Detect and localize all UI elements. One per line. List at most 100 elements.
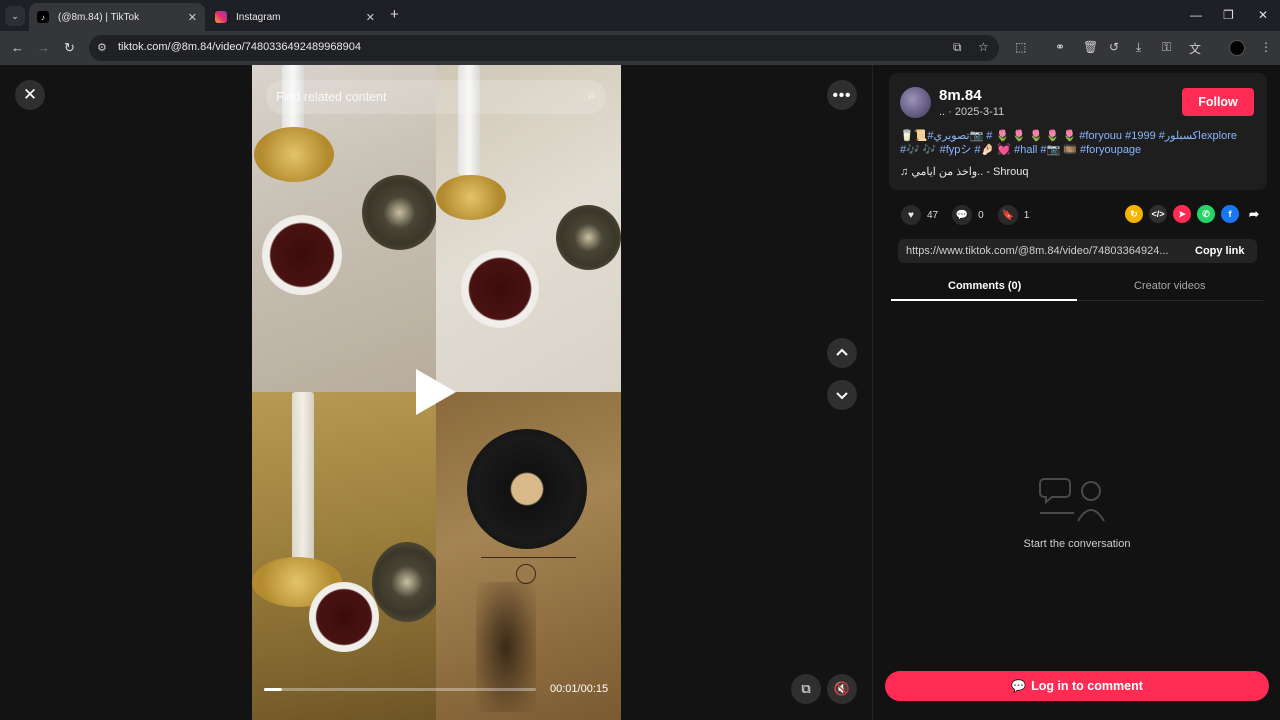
tab-creator-videos[interactable]: Creator videos — [1134, 280, 1206, 292]
browser-toolbar: ← → ↻ ⚙ tiktok.com/@8m.84/video/74803364… — [0, 31, 1280, 65]
password-key-icon[interactable]: ⚿ — [1162, 40, 1171, 55]
avatar[interactable] — [900, 87, 931, 118]
more-options-button[interactable]: ••• — [827, 80, 857, 110]
instagram-favicon-icon — [215, 11, 227, 23]
music-link[interactable]: ♫ واخذ من ايامي.. - Shrouq — [900, 165, 1029, 178]
repost-icon[interactable]: ↻ — [1125, 205, 1143, 223]
tea-cup-image — [461, 250, 539, 328]
tea-cup-image — [309, 582, 379, 652]
login-to-comment-button[interactable]: 💬 Log in to comment — [885, 671, 1269, 701]
like-count: 47 — [927, 209, 939, 221]
login-label: Log in to comment — [1031, 679, 1143, 693]
mute-button[interactable]: 🔇 — [827, 674, 857, 704]
close-video-button[interactable]: ✕ — [15, 80, 45, 110]
caption-line[interactable]: 🥛📜#تصويري📷 # 🌷 🌷 🌷 🌷 🌷 #foryouu #1999 #ا… — [900, 129, 1260, 143]
profile-avatar[interactable] — [1229, 40, 1245, 56]
share-buttons: ↻ </> ➤ ✆ f ➦ — [1119, 205, 1263, 223]
download-icon[interactable]: ⤓ — [1136, 40, 1141, 55]
window-close-icon[interactable]: ✕ — [1258, 8, 1268, 22]
video-area: ✕ Find related content ⌕ 00:01/00:15 •••… — [0, 65, 872, 720]
description-card: 8m.84 .. · 2025-3-11 Follow 🥛📜#تصويري📷 #… — [889, 73, 1267, 190]
close-tab-icon[interactable]: ✕ — [188, 11, 197, 24]
empty-comments-text: Start the conversation — [1023, 538, 1131, 550]
vinyl-record-image — [467, 429, 587, 549]
comment-count: 0 — [978, 209, 984, 221]
search-placeholder: Find related content — [276, 90, 387, 104]
pip-icon: ⧉ — [801, 681, 811, 696]
install-app-icon[interactable]: ⧉ — [953, 40, 962, 55]
reload-icon[interactable]: ↻ — [64, 40, 75, 56]
caption: 🥛📜#تصويري📷 # 🌷 🌷 🌷 🌷 🌷 #foryouu #1999 #ا… — [900, 129, 1260, 157]
progress-track[interactable] — [264, 688, 536, 691]
close-icon: ✕ — [22, 85, 38, 104]
tab-comments[interactable]: Comments (0) — [948, 280, 1021, 292]
browser-tab-bar: ⌄ ♪ (@8m.84) | TikTok ✕ Instagram ✕ + — … — [0, 0, 1280, 31]
facebook-icon[interactable]: f — [1221, 205, 1239, 223]
whatsapp-icon[interactable]: ✆ — [1197, 205, 1215, 223]
extensions-icon[interactable]: ⬚ — [1015, 40, 1026, 54]
search-icon[interactable]: ⌕ — [588, 87, 596, 104]
tab-tiktok[interactable]: ♪ (@8m.84) | TikTok ✕ — [29, 3, 205, 31]
tea-cup-image — [262, 215, 342, 295]
progress-fill — [264, 688, 283, 691]
tab-search-button[interactable]: ⌄ — [5, 6, 25, 26]
caption-line[interactable]: #🎶 🎶 #fypシ #🤌🏻 💓 #hall #📷 🎞️ #foryoupage — [900, 143, 1260, 157]
username[interactable]: 8m.84 — [939, 87, 982, 104]
tiktok-favicon-icon: ♪ — [37, 11, 49, 23]
address-url[interactable]: tiktok.com/@8m.84/video/7480336492489968… — [118, 41, 361, 53]
next-video-button[interactable] — [827, 380, 857, 410]
post-meta: .. · 2025-3-11 — [939, 106, 1005, 118]
minimize-icon[interactable]: — — [1190, 8, 1202, 22]
silhouette-image — [476, 582, 536, 712]
bookmark-star-icon[interactable]: ☆ — [978, 40, 989, 54]
rotary-phone-image — [556, 205, 621, 270]
heart-icon: ♥ — [901, 205, 921, 225]
save-count: 1 — [1023, 209, 1030, 221]
restore-icon[interactable]: ❐ — [1223, 8, 1234, 22]
rotary-phone-image — [362, 175, 437, 250]
menu-dots-icon[interactable]: ⋮ — [1260, 40, 1272, 54]
related-search-bar[interactable]: Find related content ⌕ — [266, 80, 606, 114]
lamp-base-image — [254, 127, 334, 182]
share-link-url[interactable]: https://www.tiktok.com/@8m.84/video/7480… — [906, 245, 1180, 257]
play-icon[interactable] — [416, 369, 456, 415]
back-arrow-icon[interactable]: ← — [11, 40, 24, 55]
bookmark-icon: 🔖 — [997, 205, 1018, 225]
forward-arrow-icon[interactable]: → — [37, 40, 50, 55]
picture-in-picture-button[interactable]: ⧉ — [791, 674, 821, 704]
save-button[interactable]: 🔖 1 — [997, 205, 1030, 225]
more-dots-icon: ••• — [832, 86, 852, 104]
send-icon[interactable]: ➤ — [1173, 205, 1191, 223]
previous-video-button[interactable] — [827, 338, 857, 368]
like-button[interactable]: ♥ 47 — [901, 205, 938, 225]
tab-title: Instagram — [236, 11, 281, 23]
video-frame-panel — [436, 65, 621, 392]
video-frame-panel — [436, 392, 621, 720]
link-extension-icon[interactable]: ⚭ — [1055, 40, 1065, 54]
translate-icon[interactable]: 文 — [1189, 40, 1201, 57]
player-line — [481, 557, 576, 558]
share-arrow-icon[interactable]: ➦ — [1245, 205, 1263, 223]
comment-icon: 💬 — [1011, 679, 1027, 693]
chevron-down-icon — [836, 392, 848, 400]
embed-icon[interactable]: </> — [1149, 205, 1167, 223]
lamp-image — [292, 392, 314, 562]
follow-button[interactable]: Follow — [1182, 88, 1254, 116]
tab-instagram[interactable]: Instagram ✕ — [207, 3, 383, 31]
copy-link-button[interactable]: Copy link — [1195, 245, 1245, 257]
trash-extension-icon[interactable]: 🗑 — [1083, 40, 1098, 54]
video-time: 00:01/00:15 — [550, 683, 609, 695]
video-frame-panel — [252, 392, 442, 720]
close-tab-icon[interactable]: ✕ — [366, 11, 375, 24]
player-pause-icon — [516, 564, 536, 584]
lamp-base-image — [436, 175, 506, 220]
history-icon[interactable]: ↺ — [1109, 40, 1119, 54]
new-tab-plus-icon[interactable]: + — [390, 6, 399, 23]
rotary-phone-image — [372, 542, 442, 622]
comments-tabs: Comments (0) Creator videos — [891, 275, 1263, 301]
video-player[interactable]: Find related content ⌕ 00:01/00:15 — [252, 65, 621, 720]
address-bar[interactable]: ⚙ tiktok.com/@8m.84/video/74803364924899… — [89, 35, 999, 61]
tab-title: (@8m.84) | TikTok — [58, 11, 140, 23]
comment-button[interactable]: 💬 0 — [952, 205, 984, 225]
site-info-icon[interactable]: ⚙ — [97, 41, 107, 54]
